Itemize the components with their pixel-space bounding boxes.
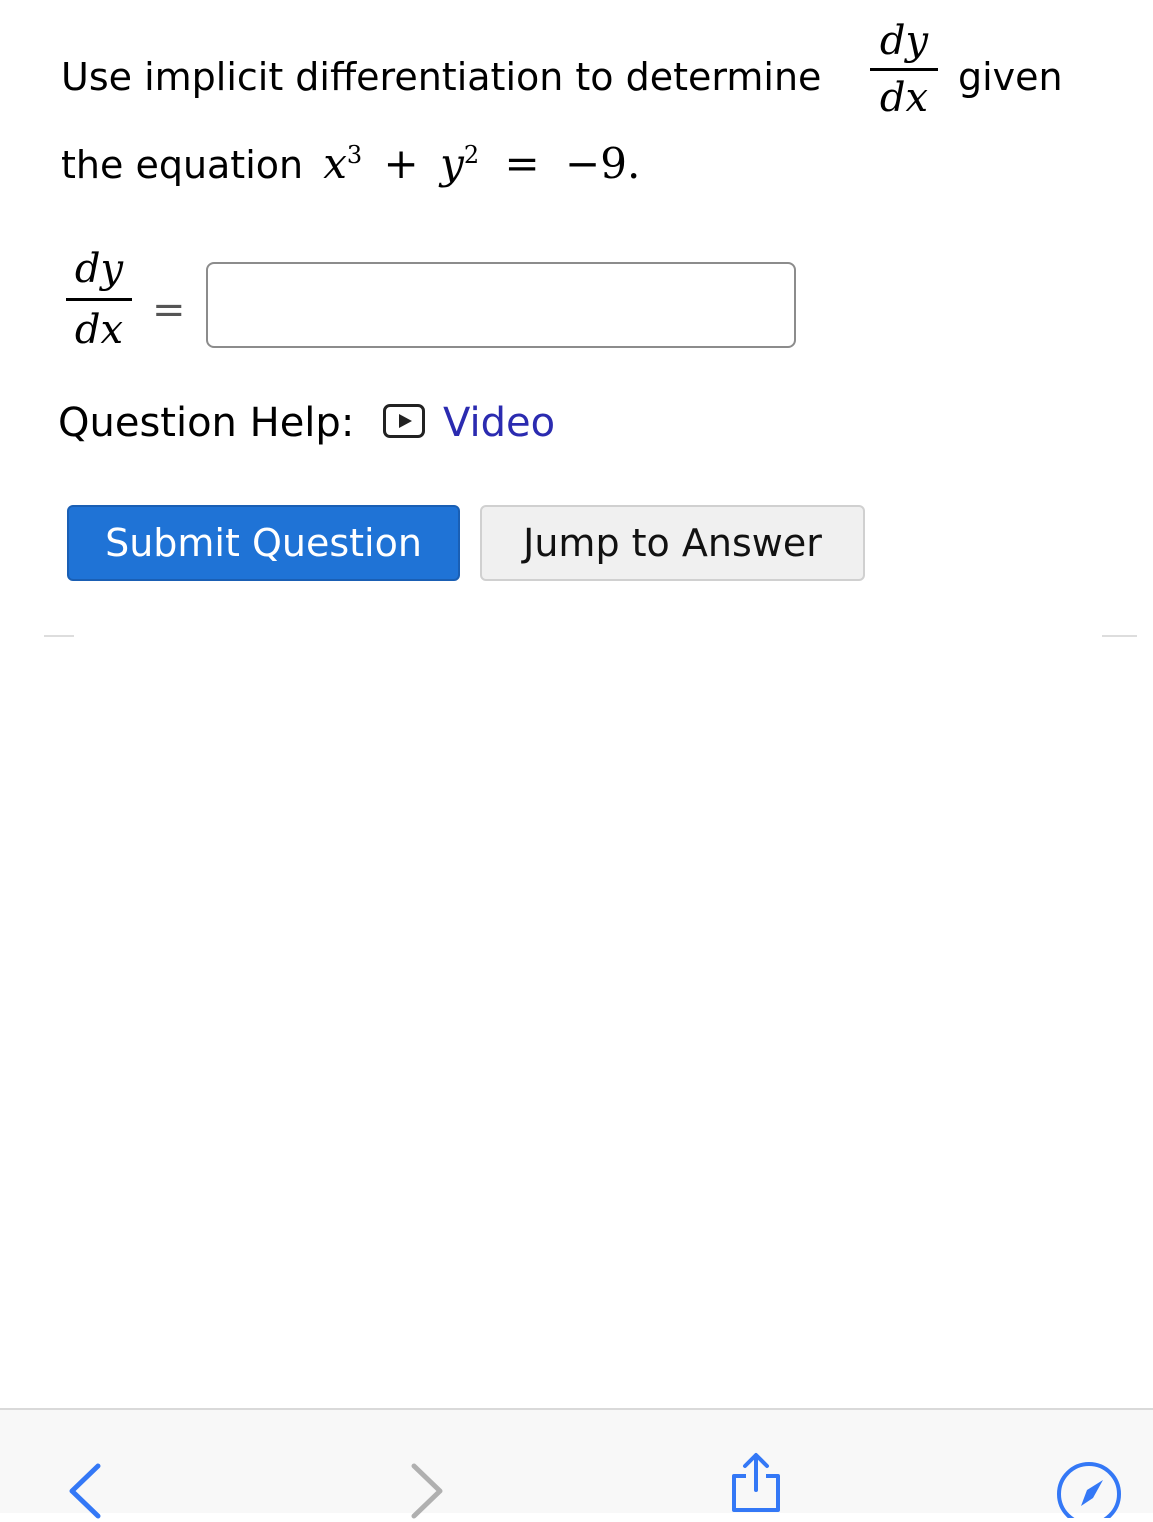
video-link[interactable]: Video xyxy=(443,400,555,446)
equation-equals: = xyxy=(504,139,540,188)
divider-right xyxy=(1102,635,1137,637)
question-line-2: the equation x3 + y2 = −9. xyxy=(61,143,640,185)
equation: x3 + y2 = −9. xyxy=(323,139,640,188)
divider-left xyxy=(44,635,74,637)
equation-y-exponent: 2 xyxy=(463,141,480,169)
answer-input[interactable] xyxy=(206,262,796,348)
equation-y: y xyxy=(440,139,464,188)
given-word: given xyxy=(958,55,1063,99)
submit-question-button[interactable]: Submit Question xyxy=(67,505,460,581)
derivative-denominator: dx xyxy=(879,75,929,121)
browser-toolbar xyxy=(0,1408,1153,1519)
equation-x-exponent: 3 xyxy=(346,141,363,169)
equation-x: x xyxy=(323,139,347,188)
answer-lhs-fraction: dy dx xyxy=(66,246,132,353)
question-intro-text: Use implicit differentiation to determin… xyxy=(61,55,822,99)
compass-icon[interactable] xyxy=(1053,1458,1125,1518)
share-icon[interactable] xyxy=(724,1450,788,1515)
derivative-fraction: dy dx xyxy=(870,18,938,121)
equation-rhs: −9. xyxy=(565,139,641,188)
jump-to-answer-button[interactable]: Jump to Answer xyxy=(480,505,865,581)
answer-fraction-bar xyxy=(66,298,132,301)
answer-lhs-denominator: dx xyxy=(74,307,124,353)
equation-intro-text: the equation xyxy=(61,143,304,187)
equation-plus: + xyxy=(383,139,419,188)
derivative-numerator: dy xyxy=(879,18,929,64)
fraction-bar xyxy=(870,68,938,71)
video-play-icon[interactable] xyxy=(383,404,425,438)
question-line-1: Use implicit differentiation to determin… xyxy=(61,58,821,96)
answer-equals-sign: = xyxy=(152,287,186,333)
question-help-label: Question Help: xyxy=(58,400,355,446)
answer-lhs-numerator: dy xyxy=(74,246,124,292)
